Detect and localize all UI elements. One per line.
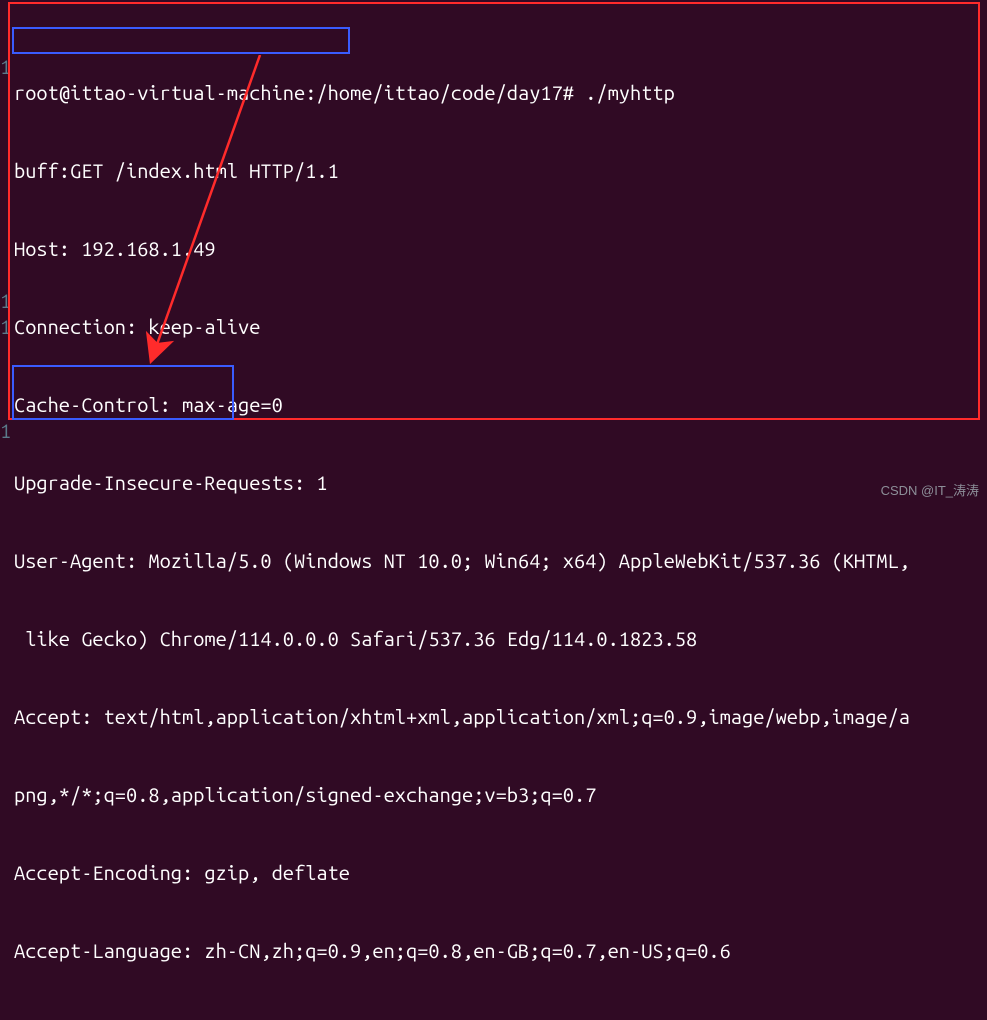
output-line: Accept-Language: zh-CN,zh;q=0.9,en;q=0.8…: [14, 938, 987, 964]
gutter: 1 1 1 1: [0, 2, 10, 470]
output-line: png,*/*;q=0.8,application/signed-exchang…: [14, 782, 987, 808]
output-line: like Gecko) Chrome/114.0.0.0 Safari/537.…: [14, 626, 987, 652]
output-line: Upgrade-Insecure-Requests: 1: [14, 470, 987, 496]
output-line: Cache-Control: max-age=0: [14, 392, 987, 418]
prompt-line: root@ittao-virtual-machine:/home/ittao/c…: [14, 80, 987, 106]
output-line: User-Agent: Mozilla/5.0 (Windows NT 10.0…: [14, 548, 987, 574]
output-line: Host: 192.168.1.49: [14, 236, 987, 262]
output-line: Connection: keep-alive: [14, 314, 987, 340]
output-line: buff:GET /index.html HTTP/1.1: [14, 158, 987, 184]
output-line: [14, 1016, 987, 1020]
output-line: Accept-Encoding: gzip, deflate: [14, 860, 987, 886]
output-line: Accept: text/html,application/xhtml+xml,…: [14, 704, 987, 730]
terminal-output: 1 1 1 1 root@ittao-virtual-machine:/home…: [0, 2, 987, 1020]
